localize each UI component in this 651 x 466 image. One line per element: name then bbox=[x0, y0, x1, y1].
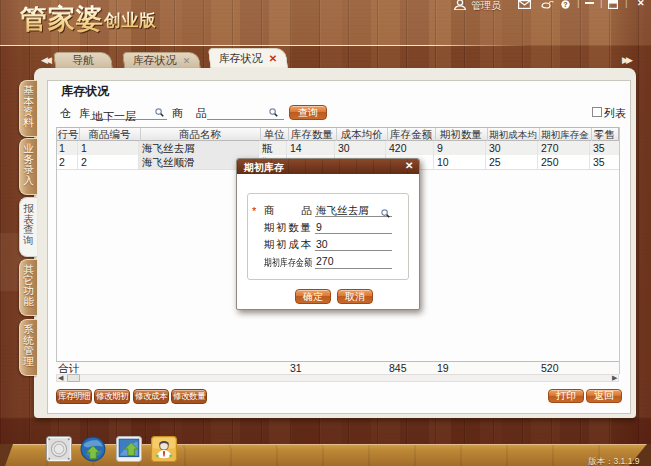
svg-text:?: ? bbox=[563, 1, 567, 8]
